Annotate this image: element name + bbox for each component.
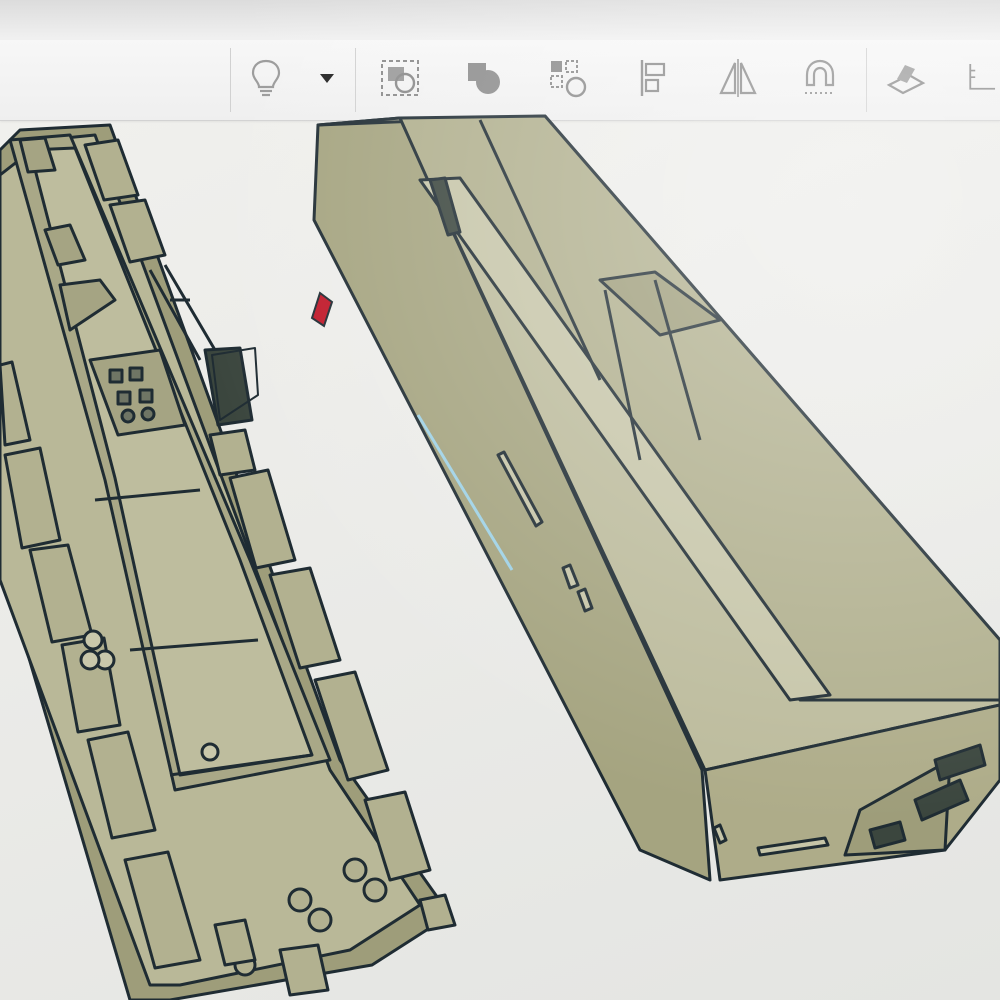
workplane-viewport[interactable] <box>0 114 1000 1000</box>
ship-hull-model[interactable] <box>312 114 1000 882</box>
selected-marker[interactable] <box>310 291 334 328</box>
workplane-canvas <box>0 114 1000 1000</box>
